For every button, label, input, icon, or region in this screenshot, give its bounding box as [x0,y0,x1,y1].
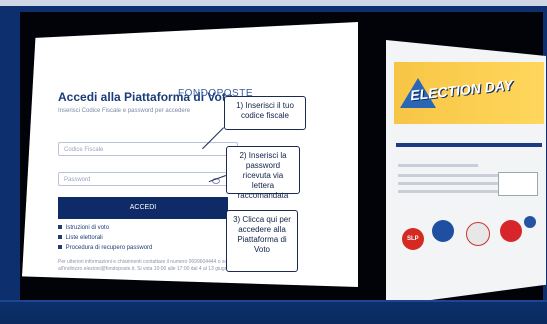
callout-step-2: 2) Inserisci la password ricevuta via le… [226,146,300,200]
liste-elettorali-link[interactable]: Liste elettorali [58,235,103,241]
party-logo-uil[interactable] [500,220,522,242]
codice-fiscale-input[interactable]: Codice Fiscale [58,142,238,156]
password-input[interactable]: Password [58,172,228,186]
link-label: Procedura di recupero password [65,245,153,251]
link-bullet-icon [58,245,62,250]
party-logo-label: SLP [407,236,419,242]
party-logo-cisl[interactable] [524,216,536,228]
party-logo-failp[interactable] [466,222,490,246]
callout-step-3: 3) Clicca qui per accedere alla Piattafo… [226,210,298,272]
bottom-band [0,300,547,324]
party-logo-slp[interactable]: SLP [402,228,424,250]
top-band [0,0,547,6]
contact-footnote: Per ulteriori informazioni e chiarimenti… [58,259,243,272]
video-frame: Accedi alla Piattaforma di Voto Inserisc… [0,0,547,324]
link-label: Liste elettorali [65,235,103,241]
accedi-button[interactable]: ACCEDI [58,197,228,219]
election-info-box [498,172,538,196]
content-row [398,164,478,167]
link-bullet-icon [58,225,62,230]
link-bullet-icon [58,235,62,240]
callout-step-1: 1) Inserisci il tuo codice fiscale [224,96,306,130]
bottom-stripe [0,300,547,302]
content-row [398,182,508,185]
party-logo-virposte[interactable] [432,220,454,242]
istruzioni-voto-link[interactable]: Istruzioni di voto [58,225,109,231]
link-label: Istruzioni di voto [65,225,110,231]
recupero-password-link[interactable]: Procedura di recupero password [58,245,152,251]
election-nav-bar [396,143,542,147]
login-subtitle: Inserisci Codice Fiscale e password per … [58,108,191,114]
